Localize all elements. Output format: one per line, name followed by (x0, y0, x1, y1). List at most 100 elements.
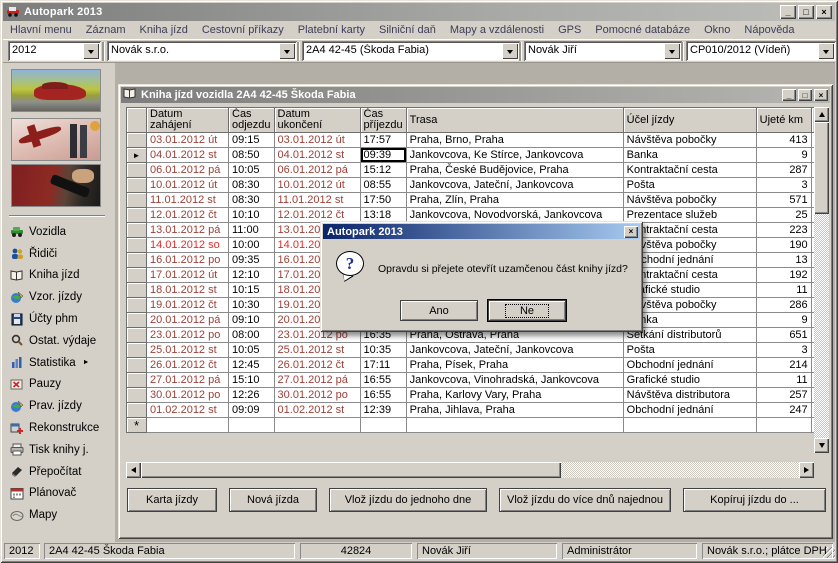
cell[interactable]: 08:30 (229, 178, 275, 193)
cell[interactable]: 30.01.2012 po (274, 388, 360, 403)
cell[interactable]: 214 (756, 358, 811, 373)
cell[interactable]: Jankovcova, Jateční, Jankovcova (406, 178, 623, 193)
cell[interactable]: 10:00 (229, 238, 275, 253)
cell[interactable]: 413 (756, 133, 811, 148)
cell[interactable]: 14.01.2012 so (147, 238, 229, 253)
menu-item-napoveda[interactable]: Nápověda (737, 22, 801, 38)
row-header[interactable] (127, 223, 147, 238)
cell[interactable] (147, 418, 229, 433)
cell[interactable]: Jankovcova, Ke Stírce, Jankovcova (406, 148, 623, 163)
cell[interactable]: Pošta (623, 343, 756, 358)
cell[interactable]: 10:05 (229, 163, 275, 178)
horizontal-scroll-thumb[interactable] (141, 462, 561, 478)
cell[interactable]: 10:10 (229, 208, 275, 223)
row-header[interactable] (127, 313, 147, 328)
sidebar-item-ucty-phm[interactable]: Účty phm (5, 308, 115, 330)
cell[interactable]: 11.01.2012 st (274, 193, 360, 208)
vertical-scrollbar[interactable] (814, 107, 829, 453)
menu-item-silnicni-dan[interactable]: Silniční daň (372, 22, 443, 38)
cell[interactable]: 03.01.2012 út (147, 133, 229, 148)
cell[interactable]: 571 (756, 193, 811, 208)
cell[interactable]: Praha, Písek, Praha (406, 358, 623, 373)
combo-cp010-2012-viden[interactable]: CP010/2012 (Vídeň) (686, 41, 836, 61)
chevron-down-icon[interactable] (502, 43, 518, 59)
cell[interactable]: 651 (756, 328, 811, 343)
cell[interactable]: Návštěva pobočky (623, 193, 756, 208)
row-header[interactable] (127, 238, 147, 253)
cell[interactable]: 10.01.2012 út (147, 178, 229, 193)
cell[interactable]: 13 (756, 253, 811, 268)
cell[interactable]: Kontraktační cesta (623, 268, 756, 283)
cell[interactable]: 192 (756, 268, 811, 283)
cell[interactable]: 10:15 (229, 283, 275, 298)
cell[interactable]: Banka (623, 148, 756, 163)
cell[interactable]: 17:57 (360, 133, 406, 148)
sidebar-item-pauzy[interactable]: Pauzy (5, 374, 115, 396)
sidebar-item-ostat-vydaje[interactable]: Ostat. výdaje (5, 330, 115, 352)
cell[interactable]: 08:00 (229, 328, 275, 343)
child-minimize-button[interactable]: _ (782, 89, 796, 101)
combo-2012[interactable]: 2012 (8, 41, 101, 61)
sidebar-item-rekonstrukce[interactable]: Rekonstrukce (5, 417, 115, 439)
cell[interactable]: 286 (756, 298, 811, 313)
cell[interactable]: 06.01.2012 pá (274, 163, 360, 178)
cell[interactable]: 09:35 (229, 253, 275, 268)
child-maximize-button[interactable]: □ (798, 89, 812, 101)
chevron-down-icon[interactable] (818, 43, 834, 59)
maximize-button[interactable]: □ (798, 5, 814, 19)
cell[interactable]: 03.01.2012 út (274, 133, 360, 148)
cell[interactable]: 257 (756, 388, 811, 403)
dialog-close-button[interactable]: × (624, 226, 638, 238)
cell[interactable]: 10:05 (229, 343, 275, 358)
cell[interactable]: 23.01.2012 po (147, 328, 229, 343)
cell[interactable]: 09:39 (360, 148, 406, 163)
cell[interactable]: 16:55 (360, 373, 406, 388)
cell[interactable]: 26.01.2012 čt (274, 358, 360, 373)
chevron-down-icon[interactable] (83, 43, 99, 59)
cell[interactable]: 04.01.2012 st (274, 148, 360, 163)
sidebar-item-prav-jizdy[interactable]: Prav. jízdy (5, 395, 115, 417)
cell[interactable]: 3 (756, 343, 811, 358)
cell[interactable]: 287 (756, 163, 811, 178)
sidebar-item-vzor-jizdy[interactable]: Vzor. jízdy (5, 286, 115, 308)
nova-jizda-button[interactable]: Nová jízda (229, 488, 317, 512)
cell[interactable]: Jankovcova, Vinohradská, Jankovcova (406, 373, 623, 388)
cell[interactable] (756, 418, 811, 433)
row-header[interactable] (127, 358, 147, 373)
cell[interactable]: 9 (756, 148, 811, 163)
cell[interactable]: 10.01.2012 út (274, 178, 360, 193)
cell[interactable]: 25.01.2012 st (274, 343, 360, 358)
cell[interactable]: 25.01.2012 st (147, 343, 229, 358)
menu-item-kniha-jizd[interactable]: Kniha jízd (133, 22, 195, 38)
cell[interactable]: 27.01.2012 pá (147, 373, 229, 388)
row-header[interactable] (127, 208, 147, 223)
cell[interactable]: Kontraktační cesta (623, 223, 756, 238)
horizontal-scrollbar[interactable] (126, 462, 814, 478)
cell[interactable] (360, 418, 406, 433)
cell[interactable]: 18.01.2012 st (147, 283, 229, 298)
row-header[interactable] (127, 253, 147, 268)
cell[interactable]: 16.01.2012 po (147, 253, 229, 268)
cell[interactable]: 17:50 (360, 193, 406, 208)
row-header[interactable] (127, 133, 147, 148)
minimize-button[interactable]: _ (780, 5, 796, 19)
cell[interactable]: 19.01.2012 čt (147, 298, 229, 313)
cell[interactable]: Prezentace služeb (623, 208, 756, 223)
cell[interactable]: Návštěva pobočky (623, 298, 756, 313)
cell[interactable]: 08:55 (360, 178, 406, 193)
cell[interactable]: 15:10 (229, 373, 275, 388)
cell[interactable]: 17:11 (360, 358, 406, 373)
cell[interactable]: 12:39 (360, 403, 406, 418)
no-button[interactable]: Ne (488, 300, 566, 321)
cell[interactable]: 12:45 (229, 358, 275, 373)
yes-button[interactable]: Ano (400, 300, 478, 321)
cell[interactable]: 12.01.2012 čt (147, 208, 229, 223)
sidebar-item-planovac[interactable]: Plánovač (5, 483, 115, 505)
cell[interactable]: Návštěva distributora (623, 388, 756, 403)
cell[interactable] (406, 418, 623, 433)
cell[interactable]: 04.01.2012 st (147, 148, 229, 163)
menu-item-zaznam[interactable]: Záznam (79, 22, 133, 38)
cell[interactable]: 11 (756, 283, 811, 298)
sidebar-item-kniha-jizd[interactable]: Kniha jízd (5, 265, 115, 287)
sidebar-item-mapy[interactable]: Mapy (5, 504, 115, 526)
